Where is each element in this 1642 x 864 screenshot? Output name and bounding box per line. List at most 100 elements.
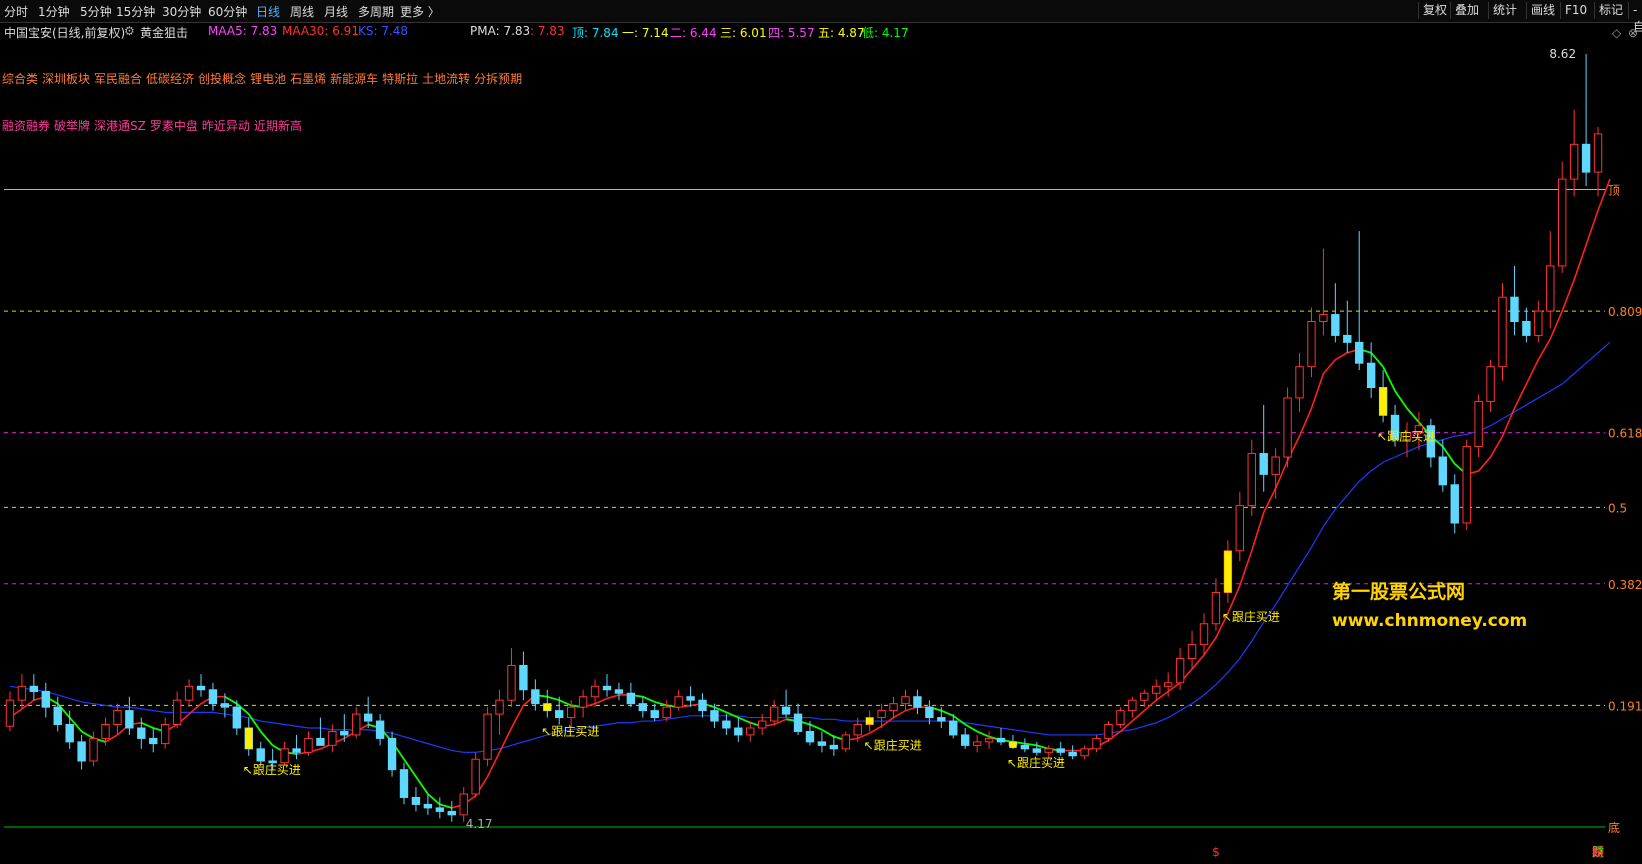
candle-body — [1355, 341, 1364, 364]
candle-body — [1020, 744, 1030, 750]
toolbar-button-2[interactable]: 统计 — [1488, 2, 1521, 19]
candle-body — [77, 741, 86, 762]
indicator-name[interactable]: 黄金狙击 — [140, 24, 188, 41]
candle-body — [220, 703, 230, 708]
candle-body — [1152, 685, 1161, 694]
candle-body — [1056, 748, 1065, 753]
candle-body — [137, 727, 146, 739]
ks-segment — [821, 728, 835, 738]
period-tab-7[interactable]: 周线 — [290, 3, 314, 20]
period-tab-6[interactable]: 日线 — [256, 3, 280, 20]
level-label: 0.618 — [1608, 427, 1642, 441]
candle-body — [805, 730, 815, 743]
period-tab-10[interactable]: 更多 〉 — [400, 3, 440, 20]
level-label: 0.191 — [1608, 699, 1642, 713]
candle-body — [614, 689, 624, 694]
candle-body — [41, 691, 50, 708]
level2-value: 二: 6.44 — [670, 26, 717, 40]
candle-body — [1068, 751, 1077, 757]
pma-label: PMA: 7.83 — [470, 24, 531, 38]
period-tab-1[interactable]: 1分钟 — [38, 3, 70, 20]
candle-body — [1116, 710, 1125, 726]
candle-body — [817, 741, 827, 746]
ks-segment — [964, 723, 978, 733]
candle-body — [1235, 505, 1245, 552]
gear-icon[interactable]: ⚙ — [124, 24, 135, 38]
ks-segment — [1406, 407, 1420, 423]
candle-body — [913, 696, 922, 708]
period-tab-5[interactable]: 60分钟 — [208, 3, 247, 20]
candle-body — [5, 699, 15, 727]
toolbar-button-6[interactable]: -自 — [1628, 2, 1642, 34]
stock-title[interactable]: 中国宝安(日线,前复权) — [4, 24, 125, 41]
candle-body — [746, 727, 755, 736]
candle-body — [1581, 143, 1591, 173]
maa5-value: MAA5: 7.83 — [208, 24, 278, 38]
period-tab-0[interactable]: 分时 — [4, 3, 28, 20]
ks-segment — [439, 803, 453, 809]
candle-body — [531, 689, 540, 705]
candle-body — [507, 664, 516, 701]
period-tab-3[interactable]: 15分钟 — [116, 3, 155, 20]
candle-body — [160, 724, 170, 745]
ks-segment — [976, 730, 990, 738]
signal-bar — [245, 727, 253, 749]
buy-signal-label: ↖跟庄买进 — [1377, 428, 1435, 443]
candle-body — [495, 699, 504, 715]
period-tab-9[interactable]: 多周期 — [358, 3, 394, 20]
candle-body — [1462, 446, 1471, 524]
close-icon[interactable]: ⊗ — [1628, 26, 1638, 40]
candle-body — [901, 696, 910, 705]
toolbar-button-1[interactable]: 叠加 — [1450, 2, 1483, 19]
pma-value: : 7.83 — [530, 24, 565, 38]
candle-body — [1092, 737, 1101, 750]
candle-body — [184, 685, 194, 701]
ks-segment — [558, 699, 572, 707]
buy-signal-label: ↖跟庄买进 — [1222, 609, 1280, 624]
period-tab-2[interactable]: 5分钟 — [80, 3, 112, 20]
candle-body — [781, 706, 791, 715]
candle-body — [793, 713, 803, 732]
candle-body — [1331, 314, 1340, 336]
period-tab-4[interactable]: 30分钟 — [162, 3, 201, 20]
toolbar-button-4[interactable]: F10 — [1560, 2, 1591, 19]
candle-body — [1247, 453, 1256, 507]
candle-body — [411, 796, 421, 805]
candle-body — [650, 710, 659, 719]
level-label: 0.809 — [1608, 305, 1642, 319]
indicator-info-row: 中国宝安(日线,前复权) ⚙ 黄金狙击 MAA5: 7.83 MAA30: 6.… — [0, 22, 1642, 40]
candle-body — [1498, 296, 1507, 368]
ks-segment — [809, 723, 823, 731]
ks-segment — [642, 695, 656, 703]
toolbar-button-5[interactable]: 标记 — [1594, 2, 1627, 19]
candle-body — [208, 689, 218, 705]
toolbar-button-0[interactable]: 复权 — [1418, 2, 1451, 19]
watermark-title: 第一股票公式网 — [1332, 581, 1466, 603]
candle-body — [101, 724, 110, 739]
signal-bar — [1224, 550, 1232, 593]
candle-body — [590, 685, 600, 698]
candle-body — [1343, 334, 1352, 343]
candle-body — [328, 730, 337, 746]
signal-bar — [1379, 387, 1387, 416]
candle-body — [1187, 644, 1197, 660]
candle-body — [519, 664, 528, 691]
ks-segment — [726, 711, 739, 719]
period-tab-8[interactable]: 月线 — [324, 3, 348, 20]
candle-body — [1534, 310, 1543, 336]
candle-body — [734, 727, 743, 736]
candle-body — [1080, 748, 1089, 757]
candle-body — [566, 706, 576, 719]
candle-body — [387, 737, 397, 771]
kline-chart[interactable]: 顶 0.809 0.618 0.5 0.382 0.191 底 ↖跟庄买进 ↖跟庄买进 ↖跟庄买进… — [0, 40, 1642, 864]
candle-body — [1366, 362, 1376, 389]
candle-body — [1259, 453, 1268, 475]
ks-segment — [427, 793, 441, 806]
ks-segment — [547, 695, 560, 702]
candle-body — [483, 713, 492, 760]
diamond-icon[interactable]: ◇ — [1612, 26, 1621, 40]
candle-body — [232, 706, 242, 729]
candle-body — [1307, 321, 1316, 368]
toolbar-button-3[interactable]: 画线 — [1526, 2, 1559, 19]
signal-bar — [865, 717, 874, 725]
